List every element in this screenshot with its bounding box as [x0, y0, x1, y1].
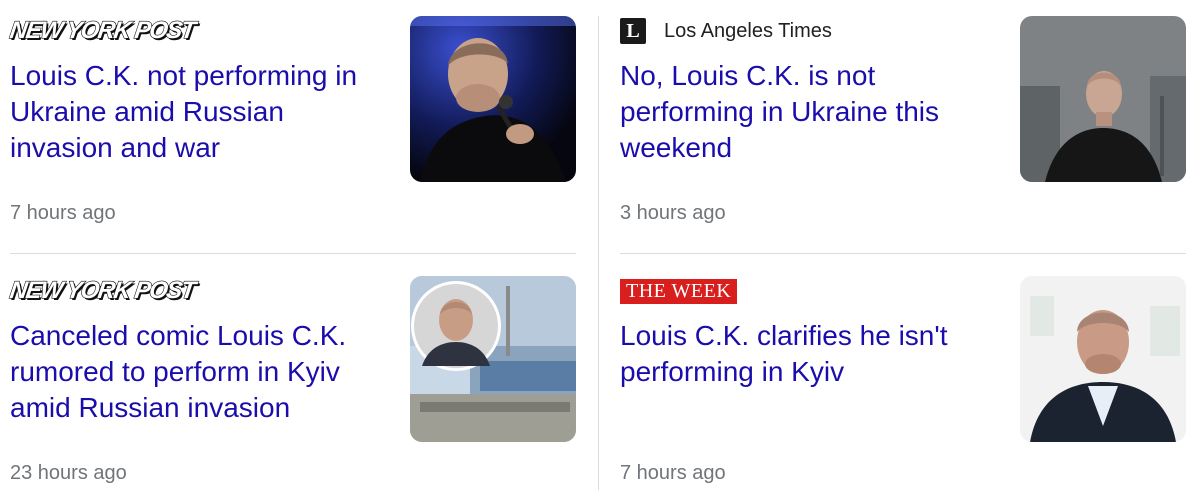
new-york-post-logo: NEW YORK POST [8, 276, 197, 304]
article-thumbnail[interactable] [410, 16, 576, 182]
row-divider [10, 253, 576, 254]
article-timestamp: 7 hours ago [10, 202, 116, 224]
news-card[interactable]: NEW YORK POST Louis C.K. not performing … [8, 0, 576, 240]
los-angeles-times-icon: L [620, 18, 646, 44]
article-timestamp: 7 hours ago [620, 462, 726, 484]
column-divider [598, 16, 599, 490]
portrait-inset-and-arena-photo [410, 276, 576, 442]
news-card[interactable]: L Los Angeles Times No, Louis C.K. is no… [620, 0, 1186, 240]
source-new-york-post: NEW YORK POST [8, 16, 197, 46]
article-timestamp: 3 hours ago [620, 202, 726, 224]
article-thumbnail[interactable] [1020, 16, 1186, 182]
article-timestamp: 23 hours ago [10, 462, 127, 484]
news-card[interactable]: THE WEEK Louis C.K. clarifies he isn't p… [620, 260, 1186, 500]
new-york-post-logo: NEW YORK POST [8, 16, 197, 44]
article-headline[interactable]: No, Louis C.K. is not performing in Ukra… [620, 58, 1000, 166]
row-divider [620, 253, 1186, 254]
comedian-with-microphone-photo [410, 16, 576, 182]
news-card[interactable]: NEW YORK POST Canceled comic Louis C.K. … [8, 260, 576, 500]
source-the-week: THE WEEK [620, 276, 738, 306]
article-thumbnail[interactable] [1020, 276, 1186, 442]
article-thumbnail[interactable] [410, 276, 576, 442]
man-in-suit-photo [1020, 276, 1186, 442]
source-name: Los Angeles Times [664, 19, 832, 42]
man-in-black-sweater-photo [1020, 16, 1186, 182]
article-headline[interactable]: Louis C.K. clarifies he isn't performing… [620, 318, 1000, 390]
the-week-logo: THE WEEK [620, 278, 738, 304]
article-headline[interactable]: Canceled comic Louis C.K. rumored to per… [10, 318, 390, 426]
source-los-angeles-times: L Los Angeles Times [620, 16, 832, 46]
article-headline[interactable]: Louis C.K. not performing in Ukraine ami… [10, 58, 390, 166]
source-new-york-post: NEW YORK POST [8, 276, 197, 306]
